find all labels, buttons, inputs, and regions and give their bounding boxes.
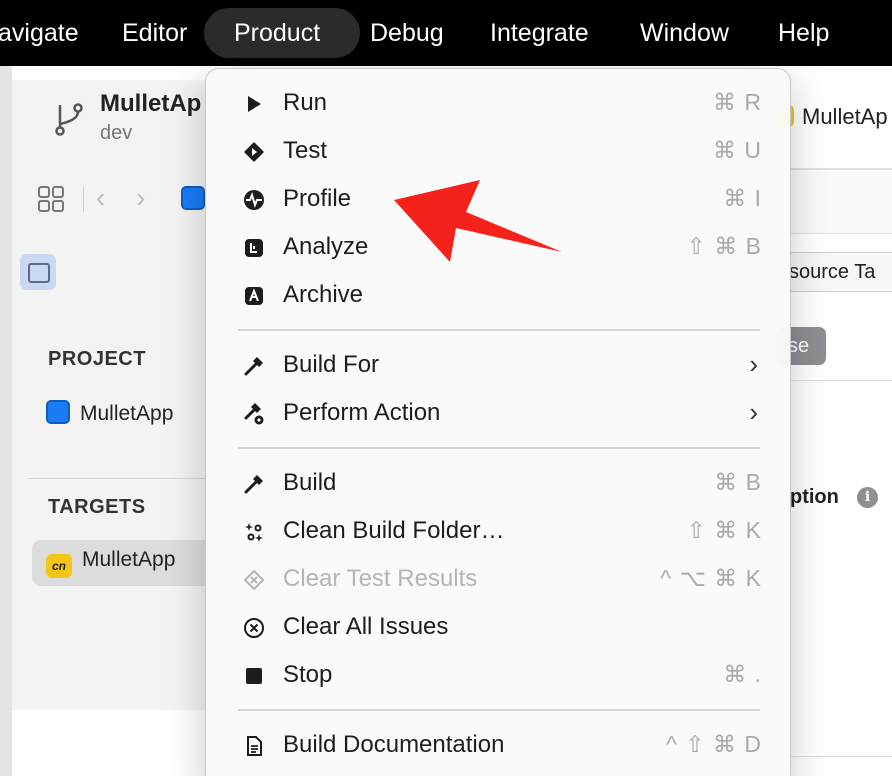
submenu-chevron-icon: ›	[749, 349, 758, 379]
shortcut: ⇧ ⌘ K	[686, 517, 762, 543]
shortcut: ⌘ .	[723, 661, 762, 687]
red-annotation-arrow	[394, 180, 562, 262]
submenu-chevron-icon: ›	[749, 397, 758, 427]
grid-icon[interactable]	[38, 186, 64, 212]
menu-item-clear-test-results[interactable]: Clear Test Results ^ ⌥ ⌘ K	[206, 557, 792, 603]
play-icon	[242, 92, 266, 116]
clear-test-icon	[242, 568, 266, 592]
divider	[786, 756, 892, 757]
project-section-header: PROJECT	[48, 348, 146, 370]
shortcut: ^ ⌥ ⌘ K	[660, 565, 762, 591]
project-file-icon	[46, 400, 70, 424]
scheme-selector[interactable]: MulletAp	[776, 104, 888, 130]
menu-debug[interactable]: Debug	[370, 8, 444, 58]
shortcut: ⌘ U	[713, 137, 762, 163]
clean-sparkle-icon	[242, 520, 266, 544]
clear-issues-icon	[242, 616, 266, 640]
menu-item-clean-build-folder[interactable]: Clean Build Folder… ⇧ ⌘ K	[206, 509, 792, 555]
menu-integrate[interactable]: Integrate	[490, 8, 589, 58]
menu-item-build-for[interactable]: Build For ›	[206, 343, 792, 389]
divider	[786, 168, 892, 169]
test-diamond-icon	[242, 140, 266, 164]
sidebar-item-project[interactable]: MulletApp	[46, 400, 173, 426]
shortcut: ^ ⇧ ⌘ D	[666, 731, 762, 757]
window-edge	[0, 66, 12, 776]
divider	[786, 380, 892, 381]
menu-editor[interactable]: Editor	[122, 8, 187, 58]
sidebar-divider	[28, 478, 212, 479]
menu-item-run[interactable]: Run ⌘ R	[206, 81, 792, 127]
shortcut: ⌘ I	[723, 185, 762, 211]
target-app-icon: cn	[46, 554, 72, 578]
menu-navigate[interactable]: avigate	[0, 8, 79, 58]
targets-section-header: TARGETS	[48, 496, 146, 518]
menu-item-test[interactable]: Test ⌘ U	[206, 129, 792, 175]
hammer-icon	[242, 354, 266, 378]
hammer-icon	[242, 472, 266, 496]
forward-arrow-icon[interactable]: ›	[136, 182, 145, 214]
menu-separator	[238, 329, 760, 331]
project-title[interactable]: MulletAp	[100, 90, 201, 118]
project-file-icon[interactable]	[181, 186, 205, 210]
menu-item-clear-all-issues[interactable]: Clear All Issues	[206, 605, 792, 651]
sidebar-item-target[interactable]: cn MulletApp	[46, 548, 175, 578]
shortcut: ⇧ ⌘ B	[686, 233, 762, 259]
menu-window[interactable]: Window	[640, 8, 729, 58]
menu-item-archive[interactable]: Archive	[206, 273, 792, 319]
stop-icon	[242, 664, 266, 688]
menu-product[interactable]: Product	[204, 8, 360, 58]
info-icon[interactable]: i	[857, 487, 878, 508]
menu-separator	[238, 447, 760, 449]
back-arrow-icon[interactable]: ‹	[96, 182, 105, 214]
menu-help[interactable]: Help	[778, 8, 829, 58]
hammer-action-icon	[242, 402, 266, 426]
project-navigator	[12, 80, 212, 710]
menu-item-stop[interactable]: Stop ⌘ .	[206, 653, 792, 699]
sidebar-toggle-icon[interactable]	[20, 254, 56, 290]
menu-separator	[238, 709, 760, 711]
profile-waveform-icon	[242, 188, 266, 212]
resource-tags-tab[interactable]: source Ta	[776, 252, 892, 292]
menu-bar: avigate Editor Product Debug Integrate W…	[0, 0, 892, 66]
toolbar-divider	[83, 186, 84, 212]
product-menu: Run ⌘ R Test ⌘ U Profile ⌘ I Analyze ⇧ ⌘…	[205, 68, 791, 776]
menu-item-build[interactable]: Build ⌘ B	[206, 461, 792, 507]
menu-item-perform-action[interactable]: Perform Action ›	[206, 391, 792, 437]
shortcut: ⌘ R	[713, 89, 762, 115]
shortcut: ⌘ B	[714, 469, 762, 495]
branch-icon	[55, 103, 83, 136]
analyze-icon	[242, 236, 266, 260]
branch-name: dev	[100, 122, 133, 144]
menu-item-build-documentation[interactable]: Build Documentation ^ ⇧ ⌘ D	[206, 723, 792, 769]
archive-icon	[242, 284, 266, 308]
document-icon	[242, 734, 266, 758]
section-heading: ption	[790, 486, 839, 508]
